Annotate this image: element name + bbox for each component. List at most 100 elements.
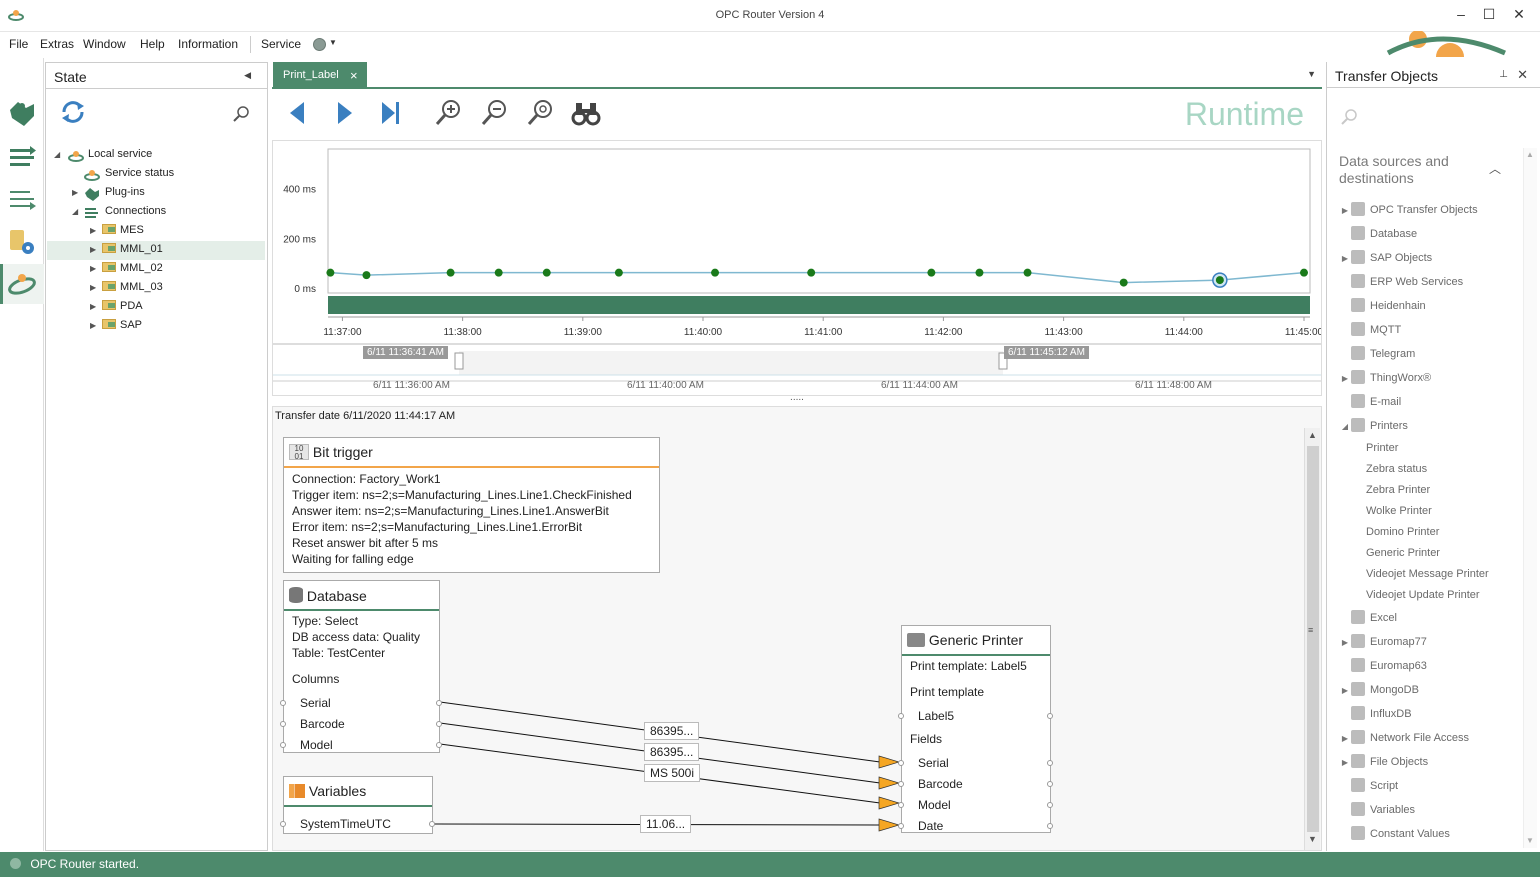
search-icon[interactable]	[233, 105, 251, 123]
next-icon[interactable]	[328, 97, 360, 129]
tree-item-mml-03[interactable]: ▶ MML_03	[90, 281, 163, 300]
port-in[interactable]	[898, 823, 904, 829]
transfer-object-item[interactable]: ▶ File Objects	[1327, 754, 1428, 774]
plugins-icon[interactable]	[6, 98, 38, 130]
scroll-down-icon[interactable]: ▼	[1526, 836, 1534, 845]
transfer-object-item[interactable]: ▶ SAP Objects	[1327, 250, 1432, 270]
transfer-object-item[interactable]: Videojet Update Printer	[1366, 589, 1480, 609]
transfer-object-item[interactable]: Constant Values	[1327, 826, 1450, 846]
port-out[interactable]	[1047, 823, 1053, 829]
port-in[interactable]	[898, 713, 904, 719]
port-in[interactable]	[280, 742, 286, 748]
port-out[interactable]	[1047, 760, 1053, 766]
database-node[interactable]: Database Type: Select DB access data: Qu…	[280, 580, 442, 753]
expand-arrow-icon[interactable]: ▶	[1339, 638, 1351, 647]
expand-arrow-icon[interactable]: ▶	[1339, 254, 1351, 263]
refresh-icon[interactable]	[58, 99, 88, 125]
transfer-duration-chart[interactable]: 400 ms 200 ms 0 ms 11:37:00 11:38:00 11:39:00…	[272, 140, 1324, 344]
port-in[interactable]	[898, 760, 904, 766]
variables-node[interactable]: Variables SystemTimeUTC	[280, 776, 435, 834]
binoculars-icon[interactable]	[570, 97, 602, 129]
transfer-object-item[interactable]: ▶ OPC Transfer Objects	[1327, 202, 1478, 222]
port-in[interactable]	[280, 700, 286, 706]
previous-icon[interactable]	[282, 97, 314, 129]
menu-extras[interactable]: Extras	[40, 37, 74, 51]
canvas-scrollbar[interactable]: ▲ ≡ ▼	[1304, 428, 1320, 850]
expand-arrow-icon[interactable]: ▶	[1339, 374, 1351, 383]
transfer-object-item[interactable]: Zebra status	[1366, 463, 1427, 483]
port-out[interactable]	[1047, 713, 1053, 719]
range-start-handle[interactable]	[454, 352, 464, 370]
transfer-object-item[interactable]: Heidenhain	[1327, 298, 1426, 318]
port-out[interactable]	[1047, 781, 1053, 787]
splitter-grip[interactable]: .....	[272, 393, 1322, 406]
tab-print-label[interactable]: Print_Label ×	[273, 62, 367, 89]
transfer-object-item[interactable]: Script	[1327, 778, 1398, 798]
tree-item-plug-ins[interactable]: ▶ Plug-ins	[72, 186, 145, 205]
transfer-object-item[interactable]: Zebra Printer	[1366, 484, 1430, 504]
port-in[interactable]	[280, 721, 286, 727]
menu-window[interactable]: Window	[83, 37, 126, 51]
tree-item-local-service[interactable]: ◢ Local service	[54, 148, 152, 167]
menu-service[interactable]: Service	[261, 37, 301, 51]
transfer-object-item[interactable]: MQTT	[1327, 322, 1401, 342]
expand-arrow-icon[interactable]: ◢	[1339, 422, 1351, 431]
scroll-up-icon[interactable]: ▲	[1526, 150, 1534, 159]
tree-item-connections[interactable]: ◢ Connections	[72, 205, 166, 224]
close-panel-icon[interactable]: ✕	[1517, 67, 1528, 83]
tab-close-icon[interactable]: ×	[350, 68, 358, 83]
generic-printer-node[interactable]: Generic Printer Print template: Label5 P…	[898, 625, 1053, 833]
port-in[interactable]	[898, 802, 904, 808]
expand-arrow-icon[interactable]: ▶	[1339, 734, 1351, 743]
last-icon[interactable]	[374, 97, 406, 129]
menu-information[interactable]: Information	[178, 37, 238, 51]
transfer-object-item[interactable]: ▶ Euromap77	[1327, 634, 1427, 654]
maximize-button[interactable]: ☐	[1474, 6, 1504, 23]
panel-scrollbar[interactable]: ▲ ▼	[1523, 148, 1537, 848]
transfer-object-item[interactable]: ◢ Printers	[1327, 418, 1408, 438]
port-out[interactable]	[436, 742, 442, 748]
port-out[interactable]	[429, 821, 435, 827]
tree-item-service-status[interactable]: Service status	[82, 167, 174, 186]
port-out[interactable]	[436, 721, 442, 727]
transfer-object-item[interactable]: Generic Printer	[1366, 547, 1440, 567]
search-icon[interactable]	[1341, 108, 1359, 126]
close-window-button[interactable]: ✕	[1504, 6, 1534, 23]
transfer-object-item[interactable]: Variables	[1327, 802, 1415, 822]
tab-list-dropdown-icon[interactable]: ▼	[1307, 69, 1316, 79]
transfer-object-item[interactable]: ▶ ThingWorx®	[1327, 370, 1431, 390]
zoom-in-icon[interactable]	[432, 97, 464, 129]
scroll-up-icon[interactable]: ▲	[1308, 430, 1317, 440]
port-in[interactable]	[898, 781, 904, 787]
chevron-up-icon[interactable]: ︿	[1489, 160, 1501, 177]
transfer-object-item[interactable]: Telegram	[1327, 346, 1415, 366]
settings-database-icon[interactable]	[6, 226, 38, 258]
transfer-icon[interactable]	[6, 184, 38, 216]
service-status-icon[interactable]	[313, 38, 326, 51]
tree-item-mml-01[interactable]: ▶ MML_01	[90, 243, 163, 262]
transfer-object-item[interactable]: Domino Printer	[1366, 526, 1439, 546]
bit-trigger-node[interactable]: 10 01 Bit trigger Connection: Factory_Wor…	[283, 437, 660, 573]
expand-arrow-icon[interactable]: ▶	[1339, 206, 1351, 215]
transfer-object-item[interactable]: Euromap63	[1327, 658, 1427, 678]
tree-item-pda[interactable]: ▶ PDA	[90, 300, 143, 319]
transfer-object-item[interactable]: Printer	[1366, 442, 1398, 462]
menu-help[interactable]: Help	[140, 37, 165, 51]
port-out[interactable]	[1047, 802, 1053, 808]
transfer-object-item[interactable]: InfluxDB	[1327, 706, 1412, 726]
port-in[interactable]	[280, 821, 286, 827]
transfer-object-item[interactable]: Database	[1327, 226, 1417, 246]
pin-icon[interactable]: ⊥	[1499, 69, 1508, 80]
port-out[interactable]	[436, 700, 442, 706]
time-range-overview[interactable]: 6/11 11:36:41 AM 6/11 11:45:12 AM 6/11 1…	[272, 344, 1322, 396]
connections-icon[interactable]	[6, 142, 38, 174]
expand-arrow-icon[interactable]: ▶	[1339, 686, 1351, 695]
transfer-object-item[interactable]: ▶ MongoDB	[1327, 682, 1419, 702]
transfer-object-item[interactable]: E-mail	[1327, 394, 1401, 414]
state-icon[interactable]	[6, 268, 38, 300]
tree-item-mml-02[interactable]: ▶ MML_02	[90, 262, 163, 281]
transfer-object-item[interactable]: Videojet Message Printer	[1366, 568, 1489, 588]
expand-arrow-icon[interactable]: ▶	[1339, 758, 1351, 767]
scroll-thumb[interactable]	[1307, 446, 1319, 832]
transfer-object-item[interactable]: ▶ Network File Access	[1327, 730, 1469, 750]
